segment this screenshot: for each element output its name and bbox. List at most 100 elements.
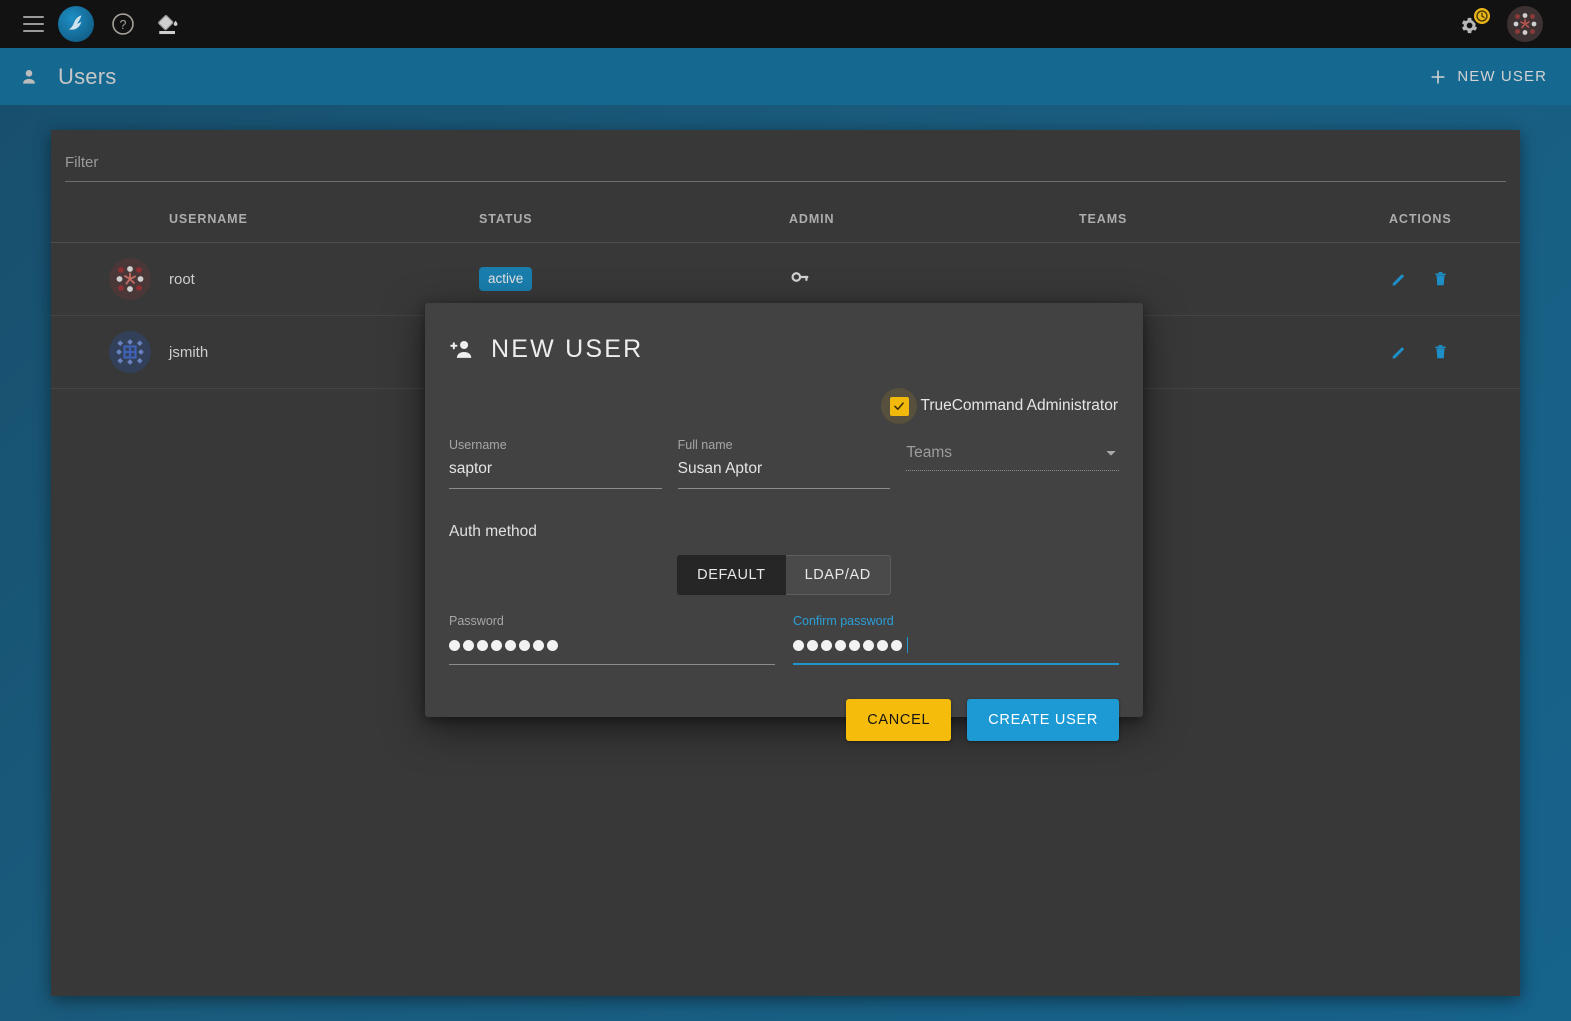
user-avatar-identicon[interactable] <box>1507 6 1543 42</box>
create-user-button[interactable]: CREATE USER <box>967 699 1119 741</box>
auth-method-ldap-button[interactable]: LDAP/AD <box>785 555 891 595</box>
password-input[interactable] <box>449 634 775 656</box>
confirm-password-label: Confirm password <box>793 614 894 628</box>
filter-field[interactable] <box>65 152 1506 182</box>
fullname-field[interactable]: Full name Susan Aptor <box>677 438 891 489</box>
identity-fields-row: Username saptor Full name Susan Aptor Te… <box>449 438 1120 489</box>
users-table-head: USERNAME STATUS ADMIN TEAMS ACTIONS <box>51 182 1520 243</box>
password-field[interactable]: Password <box>449 614 775 665</box>
username-input[interactable]: saptor <box>449 458 662 480</box>
password-dot <box>477 639 488 651</box>
fullname-input[interactable]: Susan Aptor <box>678 458 891 480</box>
header-avatar-spacer <box>51 182 169 243</box>
hamburger-menu-icon[interactable] <box>14 5 52 43</box>
row-actions-cell <box>1389 315 1520 389</box>
trash-icon[interactable] <box>1431 343 1450 362</box>
identicon-root-small <box>1507 6 1543 42</box>
person-add-icon <box>450 340 472 358</box>
new-user-button[interactable]: NEW USER <box>1428 67 1547 87</box>
key-icon <box>791 271 809 282</box>
pencil-icon[interactable] <box>1389 269 1409 289</box>
row-avatar-cell <box>51 315 169 389</box>
dialog-title: NEW USER <box>491 335 644 363</box>
password-dot <box>505 639 516 651</box>
header-admin[interactable]: ADMIN <box>789 182 1079 243</box>
header-actions: ACTIONS <box>1389 182 1520 243</box>
auth-method-title: Auth method <box>449 523 537 540</box>
help-circle-icon[interactable]: ? <box>110 11 136 37</box>
administrator-checkbox-row[interactable]: TrueCommand Administrator <box>449 388 1119 424</box>
confirm-password-dot <box>807 639 818 651</box>
logo-glyph <box>68 15 82 30</box>
dialog-actions: CANCEL CREATE USER <box>449 699 1119 741</box>
cancel-button[interactable]: CANCEL <box>846 699 952 741</box>
checkbox-focus-halo <box>881 388 918 424</box>
identicon-root-glyph <box>109 258 151 300</box>
confirm-password-dot <box>891 639 902 651</box>
confirm-password-dot <box>793 639 804 651</box>
top-toolbar: ? <box>0 0 1571 48</box>
new-user-label: NEW USER <box>1457 68 1547 85</box>
identicon-root <box>109 258 151 300</box>
check-icon <box>894 402 905 410</box>
teams-field[interactable]: Teams <box>906 438 1120 489</box>
confirm-password-underline <box>793 663 1119 665</box>
dialog-title-row: NEW USER <box>449 335 1119 364</box>
new-user-dialog: NEW USER TrueCommand Administrator Usern… <box>425 303 1143 741</box>
confirm-password-dot <box>849 639 860 651</box>
paint-bucket-icon[interactable] <box>154 10 182 38</box>
password-dot <box>463 639 474 651</box>
password-fields-row: Password Confirm password <box>449 614 1119 665</box>
password-dot <box>547 639 558 651</box>
help-glyph: ? <box>112 13 134 35</box>
header-teams[interactable]: TEAMS <box>1079 182 1389 243</box>
password-label: Password <box>449 614 504 628</box>
confirm-password-dot <box>863 639 874 651</box>
plus-icon <box>1431 69 1445 84</box>
identicon-jsmith <box>109 331 151 373</box>
trash-icon[interactable] <box>1431 270 1450 289</box>
username-underline <box>449 488 662 489</box>
administrator-checkbox-label[interactable]: TrueCommand Administrator <box>920 397 1118 415</box>
fullname-label: Full name <box>677 438 733 452</box>
paint-bucket-glyph <box>158 14 178 35</box>
status-badge: active <box>479 267 533 291</box>
teams-underline <box>906 470 1120 471</box>
fullname-underline <box>677 488 891 489</box>
header-status[interactable]: STATUS <box>479 182 789 243</box>
teams-select[interactable]: Teams <box>906 444 1119 462</box>
password-dot <box>491 639 502 651</box>
auth-method-toggle-group: DEFAULT LDAP/AD <box>449 555 1119 595</box>
confirm-password-dot <box>821 639 832 651</box>
administrator-checkbox[interactable] <box>889 396 909 416</box>
auth-method-default-button[interactable]: DEFAULT <box>677 555 786 595</box>
confirm-password-dot <box>877 639 888 651</box>
pencil-icon[interactable] <box>1389 342 1409 362</box>
page-header-left: Users <box>18 64 116 90</box>
truenas-logo-icon[interactable] <box>58 6 94 42</box>
filter-input[interactable] <box>65 152 1506 173</box>
identicon-jsmith-glyph <box>109 331 151 373</box>
settings-gear-button[interactable] <box>1457 6 1492 41</box>
topbar-right-group <box>1457 6 1557 42</box>
table-header-row: USERNAME STATUS ADMIN TEAMS ACTIONS <box>51 182 1520 243</box>
page-title: Users <box>58 63 117 89</box>
row-avatar-cell <box>51 242 169 316</box>
svg-text:?: ? <box>120 18 127 32</box>
confirm-password-field[interactable]: Confirm password <box>793 614 1119 665</box>
password-dot <box>449 639 460 651</box>
chevron-down-icon[interactable] <box>1103 445 1119 461</box>
person-icon <box>23 69 35 84</box>
header-username[interactable]: USERNAME <box>169 182 479 243</box>
update-clock-icon <box>1472 6 1492 26</box>
password-dot <box>519 639 530 651</box>
confirm-password-dot <box>835 639 846 651</box>
clock-arrow-glyph <box>1476 10 1488 22</box>
password-dot <box>533 639 544 651</box>
password-underline <box>449 664 775 665</box>
confirm-password-input[interactable] <box>793 634 1119 656</box>
text-caret <box>907 637 908 653</box>
row-actions-cell <box>1389 242 1520 316</box>
username-label: Username <box>449 438 507 452</box>
username-field[interactable]: Username saptor <box>449 438 662 489</box>
